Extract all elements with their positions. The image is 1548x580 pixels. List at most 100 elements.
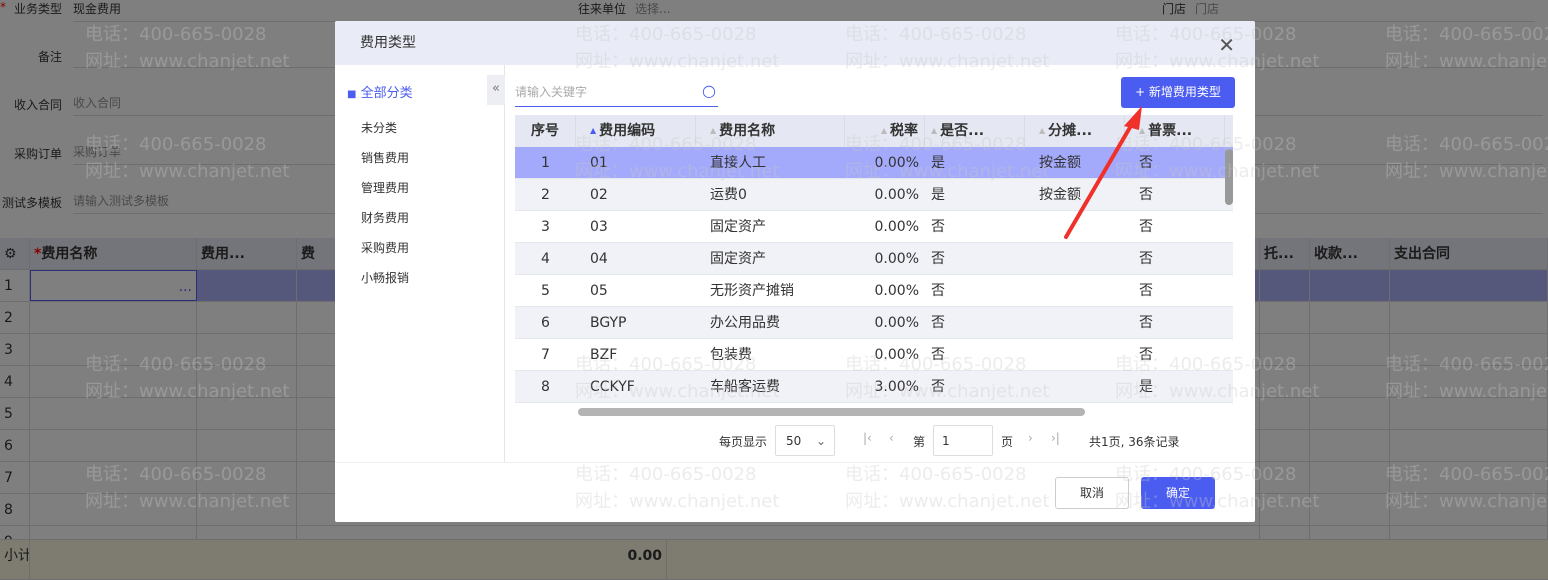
grid-cell[interactable] [1310, 462, 1390, 493]
last-page-icon[interactable]: ›| [1051, 431, 1060, 445]
grid-cell[interactable] [30, 430, 197, 461]
grid-cell[interactable] [1260, 270, 1310, 301]
field-label-income-contract: 收入合同 [13, 98, 62, 112]
col-tax[interactable]: ▲ 税率 [845, 115, 925, 146]
grid-cell[interactable] [1390, 270, 1548, 301]
category-item[interactable]: 未分类 [361, 119, 397, 136]
grid-cell[interactable] [1310, 366, 1390, 397]
grid-cell[interactable] [197, 526, 297, 539]
col-allocation[interactable]: ▲ 分摊... [1025, 115, 1125, 146]
grid-cell[interactable] [30, 366, 197, 397]
table-row[interactable]: 6 BGYP 办公用品费 0.00% 否 否 [515, 307, 1233, 339]
store-input[interactable]: 门店 [1195, 0, 1535, 22]
collapse-double-left-icon[interactable]: « [487, 75, 505, 105]
grid-cell[interactable] [197, 462, 297, 493]
category-item[interactable]: 财务费用 [361, 209, 409, 226]
table-row[interactable]: 1 01 直接人工 0.00% 是 按金额 否 [515, 147, 1233, 179]
grid-cell[interactable] [197, 334, 297, 365]
business-type-select[interactable]: 现金费用 [73, 0, 513, 22]
cancel-button[interactable]: 取消 [1055, 477, 1129, 509]
category-all[interactable]: ■ 全部分类 [347, 82, 413, 101]
grid-col-4[interactable]: 托... [1260, 238, 1310, 269]
vertical-scrollbar[interactable] [1225, 149, 1233, 205]
grid-cell[interactable] [1260, 302, 1310, 333]
category-item[interactable]: 销售费用 [361, 149, 409, 166]
grid-cell[interactable] [30, 302, 197, 333]
grid-cell[interactable] [1390, 430, 1548, 461]
grid-cell[interactable] [1310, 430, 1390, 461]
table-row[interactable]: 5 05 无形资产摊销 0.00% 否 否 [515, 275, 1233, 307]
grid-cell[interactable]: ... [30, 270, 197, 301]
grid-cell[interactable] [1310, 526, 1390, 539]
add-expense-type-button[interactable]: + 新增费用类型 [1121, 77, 1235, 108]
grid-cell[interactable] [1260, 430, 1310, 461]
grid-cell[interactable] [1390, 526, 1548, 539]
close-icon[interactable]: ✕ [1218, 33, 1235, 57]
grid-cell[interactable] [1260, 526, 1310, 539]
category-item[interactable]: 小畅报销 [361, 269, 409, 286]
search-input[interactable]: 请输入关键字 ○ [515, 78, 718, 107]
grid-cell[interactable] [1260, 462, 1310, 493]
table-row[interactable]: 8 CCKYF 车船客运费 3.00% 否 是 [515, 371, 1233, 403]
grid-cell[interactable] [1390, 366, 1548, 397]
grid-cell[interactable] [197, 398, 297, 429]
category-item[interactable]: 管理费用 [361, 179, 409, 196]
grid-col-5[interactable]: 收款... [1310, 238, 1390, 269]
grid-cell[interactable] [197, 366, 297, 397]
search-icon[interactable]: ○ [702, 81, 716, 100]
grid-cell[interactable] [1260, 398, 1310, 429]
col-invoice[interactable]: ▲ 普票... [1125, 115, 1225, 146]
grid-cell[interactable] [1390, 398, 1548, 429]
confirm-button[interactable]: 确定 [1141, 477, 1215, 509]
grid-cell[interactable] [1260, 334, 1310, 365]
grid-col-6[interactable]: 支出合同 [1390, 238, 1548, 269]
grid-cell[interactable] [297, 526, 1260, 539]
table-cell: 8 [541, 379, 550, 395]
grid-cell[interactable] [197, 270, 297, 301]
grid-row[interactable]: 9 [0, 526, 1548, 540]
grid-cell[interactable] [30, 462, 197, 493]
grid-cell[interactable] [30, 526, 197, 539]
horizontal-scrollbar[interactable] [578, 408, 1085, 416]
grid-cell[interactable] [30, 334, 197, 365]
table-cell: 6 [541, 315, 550, 331]
table-cell: 01 [590, 155, 608, 171]
grid-cell[interactable] [1260, 366, 1310, 397]
row-number: 8 [0, 494, 30, 525]
grid-cell[interactable] [1310, 302, 1390, 333]
col-flag[interactable]: ▲ 是否... [925, 115, 1025, 146]
grid-col-expense-name[interactable]: *费用名称 [30, 238, 197, 269]
table-cell: 是 [931, 155, 945, 171]
grid-cell[interactable] [197, 302, 297, 333]
grid-col-2[interactable]: 费用... [197, 238, 297, 269]
grid-cell[interactable] [1310, 494, 1390, 525]
next-page-icon[interactable]: › [1028, 431, 1033, 445]
table-row[interactable]: 3 03 固定资产 0.00% 否 否 [515, 211, 1233, 243]
grid-cell[interactable] [1260, 494, 1310, 525]
table-row[interactable]: 4 04 固定资产 0.00% 否 否 [515, 243, 1233, 275]
grid-cell[interactable] [30, 398, 197, 429]
grid-cell[interactable] [1310, 398, 1390, 429]
category-item[interactable]: 采购费用 [361, 239, 409, 256]
field-label-partner: 往来单位 [577, 2, 626, 16]
table-cell [1025, 243, 1125, 274]
grid-cell[interactable] [1390, 302, 1548, 333]
first-page-icon[interactable]: |‹ [863, 431, 872, 445]
grid-cell[interactable] [1390, 462, 1548, 493]
grid-cell[interactable] [197, 494, 297, 525]
grid-cell[interactable] [30, 494, 197, 525]
grid-cell[interactable] [1390, 334, 1548, 365]
partner-input[interactable]: 选择... [635, 0, 1075, 22]
page-input[interactable]: 1 [933, 425, 993, 456]
grid-cell[interactable] [1310, 334, 1390, 365]
table-row[interactable]: 2 02 运费0 0.00% 是 按金额 否 [515, 179, 1233, 211]
col-code[interactable]: ▲ 费用编码 [576, 115, 696, 146]
grid-cell[interactable] [197, 430, 297, 461]
table-row[interactable]: 7 BZF 包装费 0.00% 否 否 [515, 339, 1233, 371]
gear-icon[interactable]: ⚙ [0, 238, 30, 269]
per-page-select[interactable]: 50 ⌄ [775, 425, 835, 456]
grid-cell[interactable] [1390, 494, 1548, 525]
col-name[interactable]: ▲ 费用名称 [696, 115, 845, 146]
grid-cell[interactable] [1310, 270, 1390, 301]
prev-page-icon[interactable]: ‹ [889, 431, 894, 445]
